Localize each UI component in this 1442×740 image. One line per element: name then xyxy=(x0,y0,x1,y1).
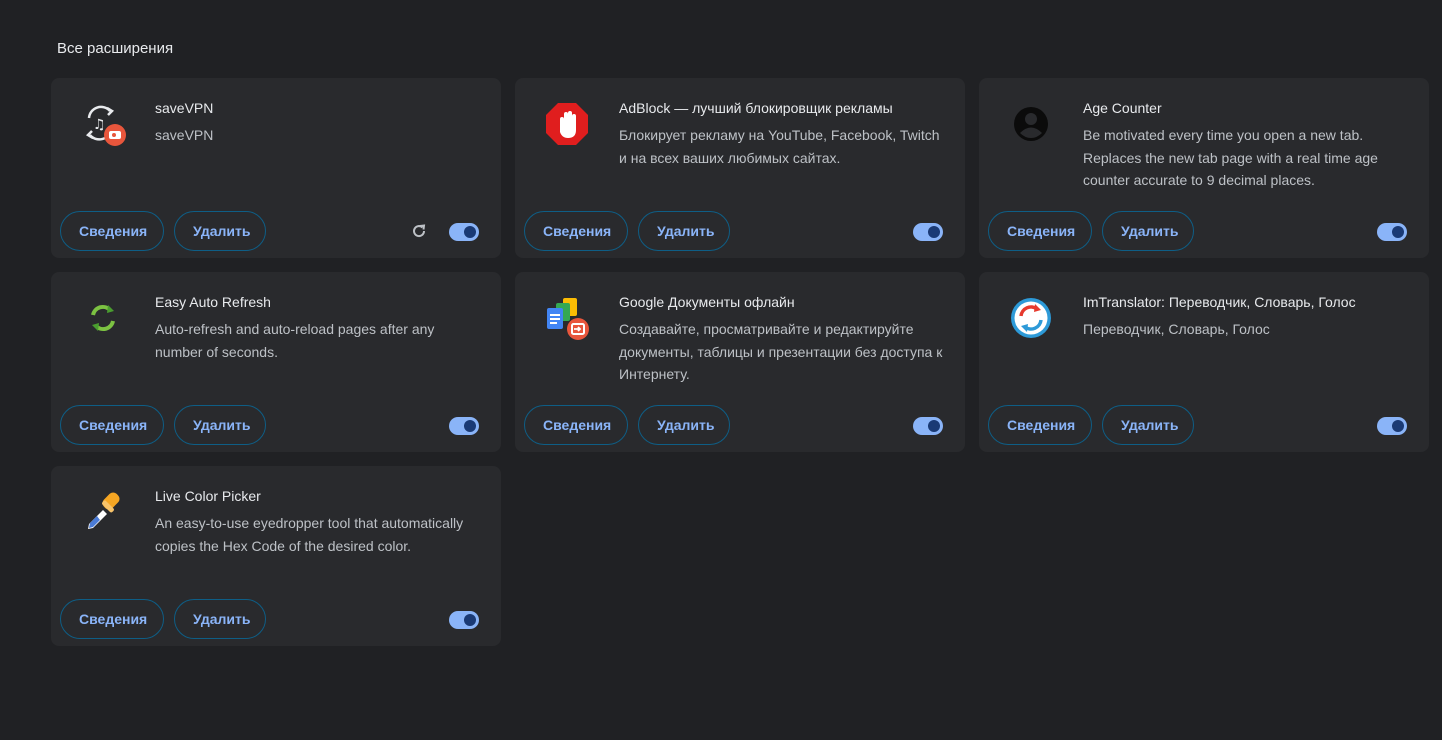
extensions-grid: ♫ saveVPN saveVPN Сведения Удалить AdBlo… xyxy=(51,78,1429,646)
extension-card-imtranslator: ImTranslator: Переводчик, Словарь, Голос… xyxy=(979,272,1429,452)
toggle-knob xyxy=(928,226,940,238)
enable-toggle[interactable] xyxy=(1377,223,1407,241)
extension-description: saveVPN xyxy=(155,127,214,143)
extensions-page: Все расширения ♫ saveVPN saveVPN Сведени… xyxy=(0,0,1442,740)
details-button[interactable]: Сведения xyxy=(524,211,628,251)
extension-name: ImTranslator: Переводчик, Словарь, Голос xyxy=(1083,294,1356,310)
enable-toggle[interactable] xyxy=(449,223,479,241)
person-avatar-icon xyxy=(1007,100,1055,148)
savevpn-icon: ♫ xyxy=(79,100,127,148)
svg-text:♫: ♫ xyxy=(93,117,106,133)
extension-card-age-counter: Age Counter Be motivated every time you … xyxy=(979,78,1429,258)
details-button[interactable]: Сведения xyxy=(524,405,628,445)
extension-card-adblock: AdBlock — лучший блокировщик рекламы Бло… xyxy=(515,78,965,258)
adblock-stop-hand-icon xyxy=(543,100,591,148)
toggle-knob xyxy=(1392,226,1404,238)
extension-name: Age Counter xyxy=(1083,100,1162,116)
details-button[interactable]: Сведения xyxy=(988,211,1092,251)
extension-description: Блокирует рекламу на YouTube, Facebook, … xyxy=(619,127,940,166)
remove-button[interactable]: Удалить xyxy=(174,599,266,639)
toggle-knob xyxy=(1392,420,1404,432)
extension-name: Easy Auto Refresh xyxy=(155,294,271,310)
enable-toggle[interactable] xyxy=(449,611,479,629)
reload-icon[interactable] xyxy=(409,221,429,241)
remove-button[interactable]: Удалить xyxy=(1102,211,1194,251)
remove-button[interactable]: Удалить xyxy=(638,211,730,251)
imtranslator-icon xyxy=(1007,294,1055,342)
enable-toggle[interactable] xyxy=(449,417,479,435)
extension-description: Создавайте, просматривайте и редактируйт… xyxy=(619,321,943,382)
extension-card-live-color-picker: Live Color Picker An easy-to-use eyedrop… xyxy=(51,466,501,646)
extension-description: Переводчик, Словарь, Голос xyxy=(1083,321,1270,337)
eyedropper-icon xyxy=(79,488,127,536)
extension-name: Google Документы офлайн xyxy=(619,294,795,310)
extension-card-google-docs-offline: Google Документы офлайн Создавайте, прос… xyxy=(515,272,965,452)
extension-name: saveVPN xyxy=(155,100,214,116)
details-button[interactable]: Сведения xyxy=(988,405,1092,445)
remove-button[interactable]: Удалить xyxy=(1102,405,1194,445)
extension-description: An easy-to-use eyedropper tool that auto… xyxy=(155,515,464,554)
details-button[interactable]: Сведения xyxy=(60,405,164,445)
toggle-knob xyxy=(464,420,476,432)
remove-button[interactable]: Удалить xyxy=(174,211,266,251)
refresh-arrows-icon xyxy=(79,294,127,342)
extension-name: Live Color Picker xyxy=(155,488,261,504)
toggle-knob xyxy=(928,420,940,432)
extension-card-savevpn: ♫ saveVPN saveVPN Сведения Удалить xyxy=(51,78,501,258)
extension-name: AdBlock — лучший блокировщик рекламы xyxy=(619,100,893,116)
details-button[interactable]: Сведения xyxy=(60,599,164,639)
toggle-knob xyxy=(464,226,476,238)
remove-button[interactable]: Удалить xyxy=(638,405,730,445)
google-docs-offline-icon xyxy=(543,294,591,342)
enable-toggle[interactable] xyxy=(913,417,943,435)
remove-button[interactable]: Удалить xyxy=(174,405,266,445)
toggle-knob xyxy=(464,614,476,626)
section-title: Все расширения xyxy=(57,40,174,57)
extension-description: Be motivated every time you open a new t… xyxy=(1083,127,1378,188)
enable-toggle[interactable] xyxy=(1377,417,1407,435)
extension-description: Auto-refresh and auto-reload pages after… xyxy=(155,321,435,360)
details-button[interactable]: Сведения xyxy=(60,211,164,251)
enable-toggle[interactable] xyxy=(913,223,943,241)
extension-card-easy-auto-refresh: Easy Auto Refresh Auto-refresh and auto-… xyxy=(51,272,501,452)
